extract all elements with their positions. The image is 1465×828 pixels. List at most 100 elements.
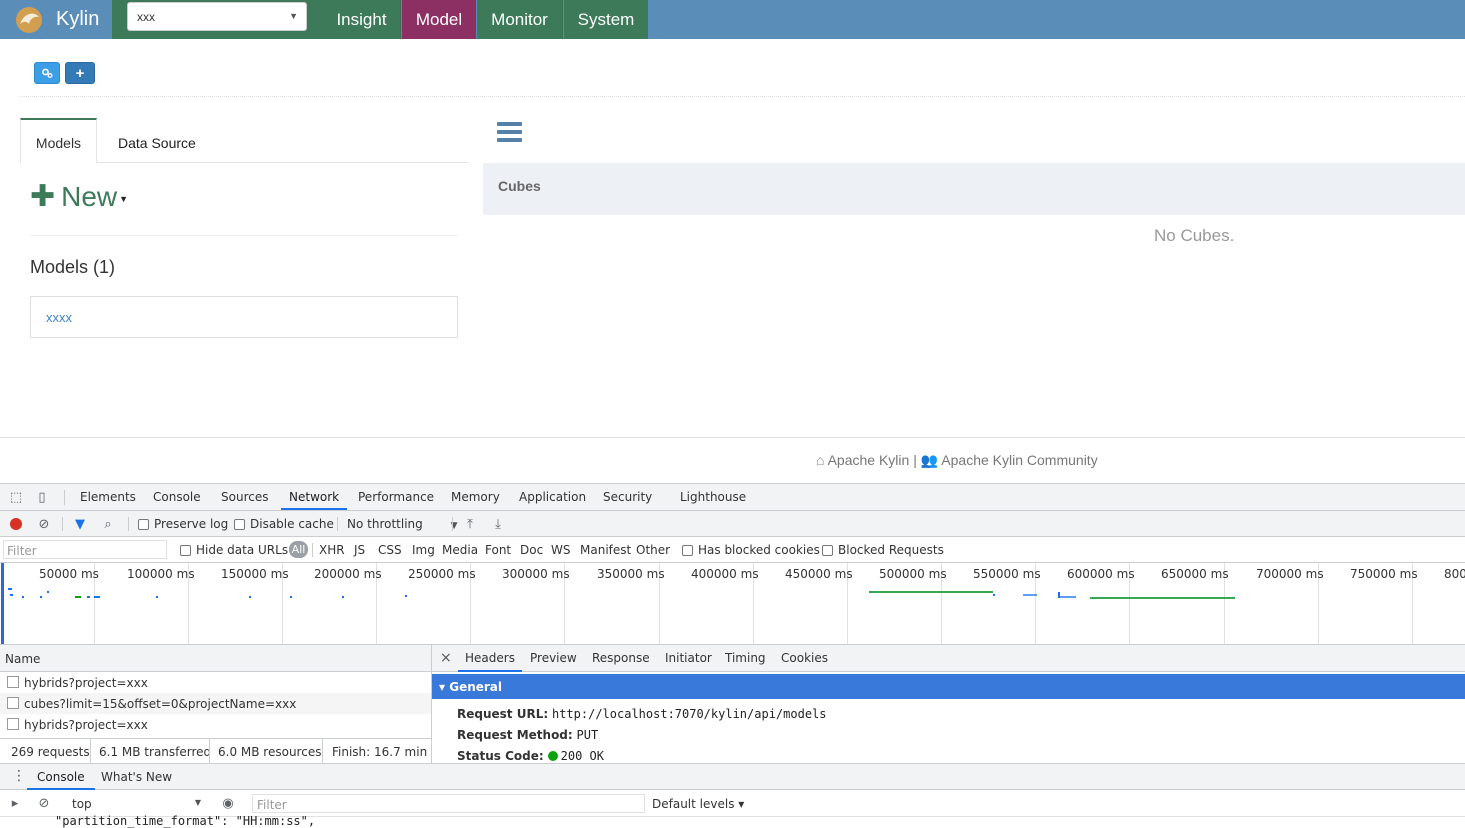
- timeline-tick: 750000 ms: [1350, 567, 1418, 581]
- tab-data-source[interactable]: Data Source: [118, 118, 196, 163]
- devtools-tab-network[interactable]: Network: [281, 484, 348, 510]
- new-dropdown-button[interactable]: ✚ New ▼: [30, 180, 128, 214]
- devtools-tab-performance[interactable]: Performance: [358, 484, 434, 510]
- blocked-requests-checkbox[interactable]: Blocked Requests: [822, 543, 944, 557]
- close-icon[interactable]: ×: [440, 650, 452, 666]
- settings-button[interactable]: [34, 62, 60, 84]
- divider: [30, 235, 458, 236]
- details-tab-response[interactable]: Response: [592, 645, 650, 672]
- timeline-tick: 350000 ms: [597, 567, 665, 581]
- timeline-tick: 300000 ms: [502, 567, 570, 581]
- add-button[interactable]: +: [65, 62, 95, 84]
- request-row[interactable]: hybrids?project=xxx: [0, 714, 431, 735]
- status-code-value: 200 OK: [560, 749, 605, 763]
- import-har-icon[interactable]: ⤒: [462, 516, 478, 532]
- caret-down-icon: ▼: [289, 11, 298, 21]
- request-list-header[interactable]: Name: [0, 645, 431, 672]
- clear-console-icon[interactable]: ⊘: [36, 795, 52, 811]
- log-levels-select[interactable]: Default levels ▾: [652, 797, 744, 811]
- sidebar-toggle-icon[interactable]: ▸: [7, 795, 23, 811]
- devtools-tab-elements[interactable]: Elements: [80, 484, 136, 510]
- left-tabs: Models Data Source: [20, 118, 468, 163]
- drawer-tab-console[interactable]: Console: [27, 764, 95, 790]
- project-select[interactable]: xxx ▼: [127, 2, 307, 31]
- status-ok-icon: [547, 751, 558, 761]
- footer-link-kylin[interactable]: Apache Kylin: [828, 452, 910, 468]
- tab-models[interactable]: Models: [20, 118, 97, 163]
- console-filter-input[interactable]: Filter: [252, 794, 645, 813]
- nav-insight[interactable]: Insight: [323, 0, 401, 39]
- context-select[interactable]: top ▼: [64, 794, 204, 813]
- filter-type-img[interactable]: Img: [412, 543, 435, 557]
- filter-type-css[interactable]: CSS: [378, 543, 402, 557]
- timeline-tick: 550000 ms: [973, 567, 1041, 581]
- filter-type-media[interactable]: Media: [442, 543, 478, 557]
- disable-cache-checkbox[interactable]: Disable cache: [234, 517, 334, 531]
- filter-type-js[interactable]: JS: [354, 543, 365, 557]
- request-row-icon: [7, 718, 19, 730]
- nav-model[interactable]: Model: [402, 0, 476, 39]
- record-icon[interactable]: [10, 518, 22, 530]
- request-url-value: http://localhost:7070/kylin/api/models: [551, 707, 827, 721]
- devtools-tab-console[interactable]: Console: [153, 484, 201, 510]
- brand[interactable]: Kylin: [0, 0, 112, 39]
- preserve-log-checkbox[interactable]: Preserve log: [138, 517, 228, 531]
- devtools-tab-security[interactable]: Security: [603, 484, 652, 510]
- request-row-icon: [7, 676, 19, 688]
- status-code-row: Status Code: 200 OK: [457, 749, 605, 763]
- general-section-header[interactable]: ▾ General: [432, 674, 1465, 699]
- top-navbar: Kylin xxx ▼ Insight Model Monitor System: [0, 0, 1465, 39]
- filter-type-manifest[interactable]: Manifest: [580, 543, 631, 557]
- console-toolbar: ▸ ⊘ top ▼ ◉ Filter Default levels ▾: [0, 790, 1465, 817]
- console-output-line: "partition_time_format": "HH:mm:ss",: [55, 814, 316, 828]
- details-tab-timing[interactable]: Timing: [725, 645, 766, 672]
- devtools-tab-application[interactable]: Application: [519, 484, 586, 510]
- details-tab-headers[interactable]: Headers: [458, 645, 522, 672]
- devtools-tab-lighthouse[interactable]: Lighthouse: [680, 484, 746, 510]
- filter-type-ws[interactable]: WS: [551, 543, 570, 557]
- network-filter-input[interactable]: Filter: [3, 540, 167, 559]
- timeline-tick: 500000 ms: [879, 567, 947, 581]
- search-icon[interactable]: ⌕: [100, 516, 116, 532]
- filter-type-doc[interactable]: Doc: [520, 543, 543, 557]
- footer: ⌂ Apache Kylin | 👥 Apache Kylin Communit…: [0, 437, 1465, 483]
- nav-system[interactable]: System: [564, 0, 648, 39]
- clear-icon[interactable]: ⊘: [36, 516, 52, 532]
- cubes-header: Cubes: [483, 163, 1465, 215]
- devtools-tab-memory[interactable]: Memory: [451, 484, 500, 510]
- filter-type-other[interactable]: Other: [636, 543, 670, 557]
- timeline-tick: 450000 ms: [785, 567, 853, 581]
- summary-resources: 6.0 MB resources: [218, 745, 322, 759]
- has-blocked-cookies-checkbox[interactable]: Has blocked cookies: [682, 543, 820, 557]
- device-toolbar-icon[interactable]: ▯: [34, 489, 50, 505]
- throttling-select[interactable]: No throttling ▼: [347, 517, 458, 531]
- menu-toggle-icon[interactable]: [497, 122, 522, 144]
- drawer-tab-whats-new[interactable]: What's New: [101, 770, 172, 784]
- request-row[interactable]: hybrids?project=xxx: [0, 672, 431, 693]
- devtools-tab-sources[interactable]: Sources: [221, 484, 268, 510]
- filter-type-all[interactable]: All: [289, 541, 308, 558]
- devtools-tabbar: ⬚ ▯ Elements Console Sources Network Per…: [0, 484, 1465, 511]
- more-options-icon[interactable]: ⋮: [12, 768, 26, 784]
- users-icon: 👥: [920, 452, 939, 468]
- request-row[interactable]: cubes?limit=15&offset=0&projectName=xxx: [0, 693, 431, 714]
- request-list: Name hybrids?project=xxx cubes?limit=15&…: [0, 645, 432, 764]
- network-overview-timeline[interactable]: 50000 ms 100000 ms 150000 ms 200000 ms 2…: [0, 563, 1465, 645]
- eye-icon[interactable]: ◉: [220, 795, 236, 811]
- brand-name: Kylin: [56, 8, 100, 30]
- details-tab-cookies[interactable]: Cookies: [781, 645, 828, 672]
- model-list-item[interactable]: xxxx: [30, 296, 458, 338]
- export-har-icon[interactable]: ⤓: [490, 516, 506, 532]
- caret-down-icon: ▼: [194, 798, 201, 807]
- filter-type-xhr[interactable]: XHR: [319, 543, 345, 557]
- request-url-row: Request URL: http://localhost:7070/kylin…: [457, 707, 827, 721]
- inspect-element-icon[interactable]: ⬚: [8, 489, 24, 505]
- model-link[interactable]: xxxx: [46, 310, 72, 325]
- details-tab-preview[interactable]: Preview: [530, 645, 577, 672]
- filter-icon[interactable]: ▼: [72, 516, 88, 532]
- hide-data-urls-checkbox[interactable]: Hide data URLs: [180, 543, 288, 557]
- footer-link-community[interactable]: Apache Kylin Community: [941, 452, 1097, 468]
- nav-monitor[interactable]: Monitor: [477, 0, 563, 39]
- filter-type-font[interactable]: Font: [485, 543, 511, 557]
- details-tab-initiator[interactable]: Initiator: [665, 645, 712, 672]
